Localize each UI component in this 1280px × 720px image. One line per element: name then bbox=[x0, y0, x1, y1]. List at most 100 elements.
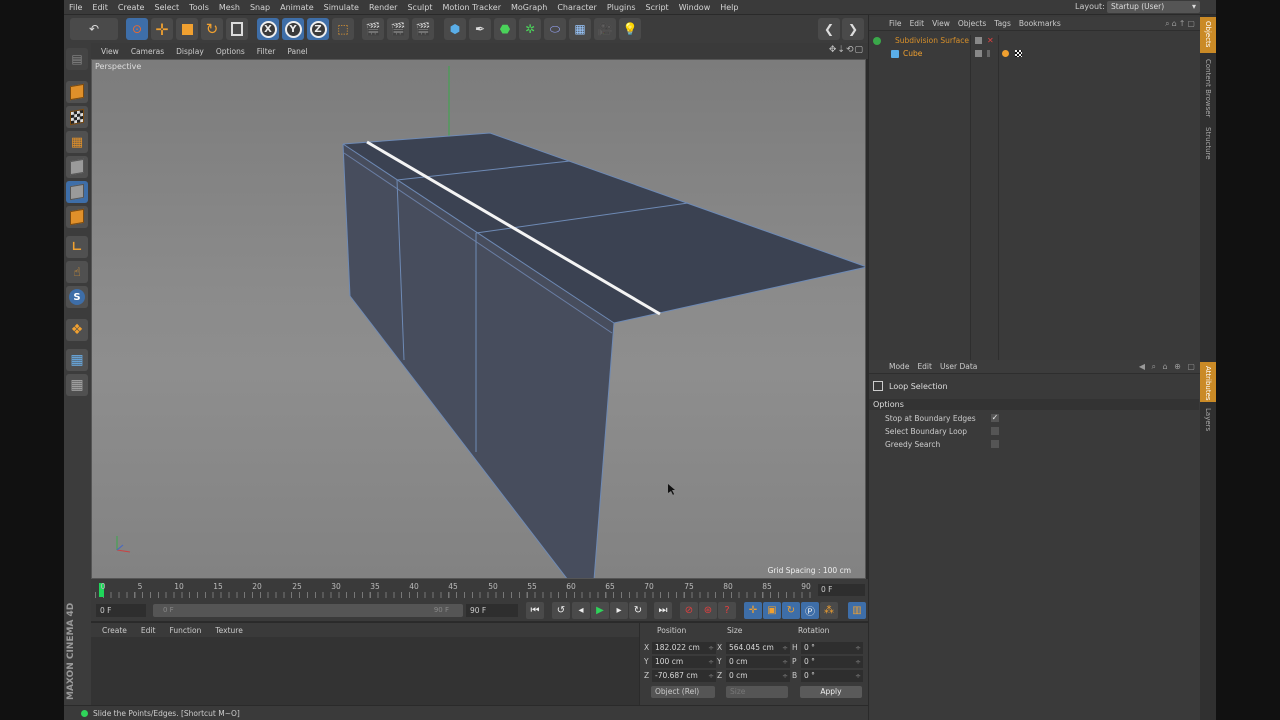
preview-range-slider[interactable]: 0 F 90 F bbox=[153, 604, 463, 617]
object-tree[interactable]: Subdivision Surface ✕ Cube bbox=[869, 35, 1201, 360]
rotation-p-field[interactable]: 0 ° bbox=[801, 656, 863, 668]
enable-toggle-icon[interactable] bbox=[987, 50, 990, 57]
tab-objects[interactable]: Objects bbox=[1200, 17, 1216, 53]
mat-menu-function[interactable]: Function bbox=[162, 626, 208, 635]
texture-mode-icon[interactable] bbox=[66, 106, 88, 128]
obj-menu-view[interactable]: View bbox=[928, 19, 954, 28]
key-rotation-icon[interactable]: ↻ bbox=[782, 602, 800, 619]
visibility-toggle-icon[interactable] bbox=[975, 50, 982, 57]
go-to-prev-key-icon[interactable]: ↺ bbox=[552, 602, 570, 619]
quantize-icon[interactable]: ❖ bbox=[66, 319, 88, 341]
nav-forward-icon[interactable]: ❯ bbox=[842, 18, 864, 40]
z-axis-lock-icon[interactable]: Z bbox=[307, 18, 329, 40]
coordinate-mode-select[interactable]: Object (Rel) bbox=[651, 686, 715, 698]
recent-tools-icon[interactable] bbox=[226, 18, 248, 40]
timeline-ruler[interactable]: 0 5 10 15 20 25 30 35 40 45 50 55 60 65 … bbox=[95, 582, 813, 598]
deformer-icon[interactable]: ⬭ bbox=[544, 18, 566, 40]
menu-mesh[interactable]: Mesh bbox=[214, 3, 245, 12]
viewport-nav-icons[interactable]: ✥⇣⟲▢ bbox=[829, 45, 864, 55]
mat-menu-texture[interactable]: Texture bbox=[208, 626, 249, 635]
render-settings-icon[interactable]: 🎬 bbox=[412, 18, 434, 40]
obj-menu-edit[interactable]: Edit bbox=[906, 19, 929, 28]
texture-tag-icon[interactable] bbox=[1015, 50, 1022, 57]
vp-menu-cameras[interactable]: Cameras bbox=[125, 47, 170, 56]
points-mode-icon[interactable] bbox=[66, 156, 88, 178]
menu-motion-tracker[interactable]: Motion Tracker bbox=[437, 3, 506, 12]
workplane-mode-icon[interactable]: ▦ bbox=[66, 131, 88, 153]
vp-menu-filter[interactable]: Filter bbox=[251, 47, 282, 56]
phong-tag-icon[interactable] bbox=[1002, 50, 1009, 57]
enable-axis-icon[interactable]: ∟ bbox=[66, 236, 88, 258]
render-picture-viewer-icon[interactable]: 🎬 bbox=[387, 18, 409, 40]
attr-menu-mode[interactable]: Mode bbox=[885, 362, 913, 371]
rotation-h-field[interactable]: 0 ° bbox=[801, 642, 863, 654]
x-axis-lock-icon[interactable]: X bbox=[257, 18, 279, 40]
menu-edit[interactable]: Edit bbox=[87, 3, 113, 12]
go-to-start-icon[interactable]: ⏮ bbox=[526, 602, 544, 619]
object-row-cube[interactable]: Cube bbox=[869, 48, 1201, 61]
step-forward-icon[interactable]: ▸ bbox=[610, 602, 628, 619]
options-section-header[interactable]: Options bbox=[869, 399, 1199, 410]
menu-plugins[interactable]: Plugins bbox=[602, 3, 641, 12]
timeline[interactable]: 0 5 10 15 20 25 30 35 40 45 50 55 60 65 … bbox=[91, 579, 868, 601]
menu-sculpt[interactable]: Sculpt bbox=[402, 3, 437, 12]
floor-icon[interactable]: ▦ bbox=[569, 18, 591, 40]
mograph-cloner-icon[interactable]: ✲ bbox=[519, 18, 541, 40]
key-param-icon[interactable]: Ⓟ bbox=[801, 602, 819, 619]
render-view-icon[interactable]: 🎬 bbox=[362, 18, 384, 40]
position-y-field[interactable]: 100 cm bbox=[652, 656, 716, 668]
tab-structure[interactable]: Structure bbox=[1200, 123, 1216, 169]
key-scale-icon[interactable]: ▣ bbox=[763, 602, 781, 619]
play-icon[interactable]: ▶ bbox=[591, 602, 609, 619]
edges-mode-icon[interactable] bbox=[66, 181, 88, 203]
vp-menu-options[interactable]: Options bbox=[210, 47, 251, 56]
menu-create[interactable]: Create bbox=[113, 3, 150, 12]
nav-back-icon[interactable]: ❮ bbox=[818, 18, 840, 40]
subdivision-generator-icon[interactable]: ⬣ bbox=[494, 18, 516, 40]
coordinate-system-icon[interactable]: ⬚ bbox=[332, 18, 354, 40]
menu-select[interactable]: Select bbox=[149, 3, 184, 12]
current-frame-field[interactable]: 0 F bbox=[818, 584, 865, 596]
select-boundary-loop-checkbox[interactable] bbox=[991, 427, 999, 435]
tweak-mode-icon[interactable]: ☝ bbox=[66, 261, 88, 283]
tab-attributes[interactable]: Attributes bbox=[1200, 362, 1216, 402]
menu-animate[interactable]: Animate bbox=[275, 3, 319, 12]
menu-tools[interactable]: Tools bbox=[184, 3, 214, 12]
end-frame-field[interactable]: 90 F bbox=[466, 604, 518, 617]
obj-menu-objects[interactable]: Objects bbox=[954, 19, 990, 28]
obj-menu-file[interactable]: File bbox=[885, 19, 906, 28]
attr-menu-edit[interactable]: Edit bbox=[913, 362, 936, 371]
mat-menu-edit[interactable]: Edit bbox=[134, 626, 163, 635]
autokeying-icon[interactable]: ⊛ bbox=[699, 602, 717, 619]
size-z-field[interactable]: 0 cm bbox=[726, 670, 790, 682]
vp-menu-view[interactable]: View bbox=[95, 47, 125, 56]
obj-menu-bookmarks[interactable]: Bookmarks bbox=[1015, 19, 1065, 28]
menu-simulate[interactable]: Simulate bbox=[319, 3, 364, 12]
object-row-subdivision[interactable]: Subdivision Surface ✕ bbox=[869, 35, 1201, 48]
viewport[interactable]: Perspective Grid Spacing : 100 cm bbox=[91, 59, 866, 579]
camera-icon[interactable]: 🎥 bbox=[594, 18, 616, 40]
mat-menu-create[interactable]: Create bbox=[95, 626, 134, 635]
keyframe-selection-icon[interactable]: ? bbox=[718, 602, 736, 619]
disable-x-icon[interactable]: ✕ bbox=[987, 37, 994, 45]
stop-boundary-checkbox[interactable]: ✓ bbox=[991, 414, 999, 422]
rotation-b-field[interactable]: 0 ° bbox=[801, 670, 863, 682]
live-selection-icon[interactable]: ⊙ bbox=[126, 18, 148, 40]
model-mode-icon[interactable] bbox=[66, 81, 88, 103]
objects-panel-icons[interactable]: ⌕⌂↑▢ bbox=[1165, 19, 1197, 29]
move-icon[interactable]: ✛ bbox=[151, 18, 173, 40]
size-x-field[interactable]: 564.045 cm bbox=[726, 642, 790, 654]
undo-icon[interactable]: ↶ bbox=[70, 18, 118, 40]
vp-menu-display[interactable]: Display bbox=[170, 47, 210, 56]
menu-character[interactable]: Character bbox=[552, 3, 602, 12]
polygons-mode-icon[interactable] bbox=[66, 206, 88, 228]
obj-menu-tags[interactable]: Tags bbox=[990, 19, 1015, 28]
object-name[interactable]: Subdivision Surface bbox=[895, 36, 969, 45]
size-y-field[interactable]: 0 cm bbox=[726, 656, 790, 668]
apply-button[interactable]: Apply bbox=[800, 686, 862, 698]
rotate-icon[interactable]: ↻ bbox=[201, 18, 223, 40]
make-editable-icon[interactable]: ▤ bbox=[66, 48, 88, 70]
visibility-toggle-icon[interactable] bbox=[975, 37, 982, 44]
vp-menu-panel[interactable]: Panel bbox=[281, 47, 313, 56]
menu-snap[interactable]: Snap bbox=[245, 3, 275, 12]
